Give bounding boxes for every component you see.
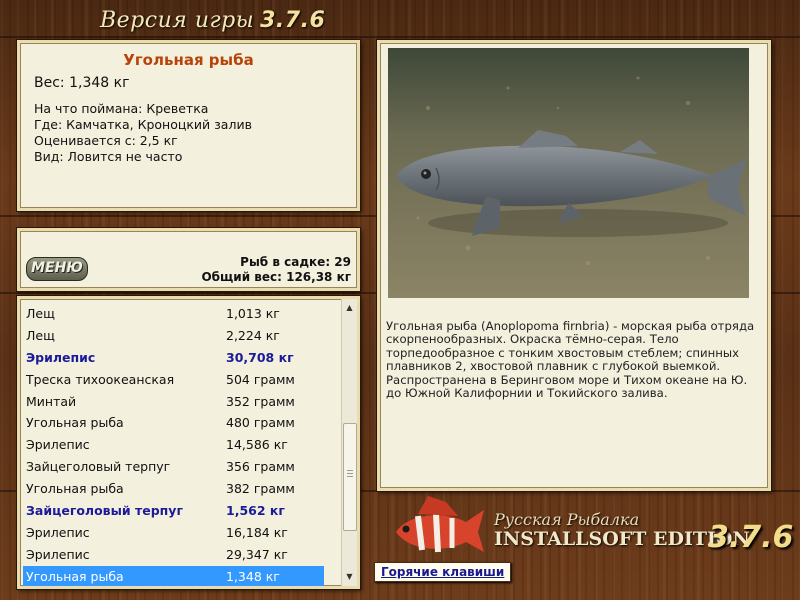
catch-row[interactable]: Угольная рыба 480 грамм bbox=[20, 412, 342, 434]
hotkeys-button[interactable]: Горячие клавиши bbox=[374, 562, 512, 582]
catch-fish-weight: 14,586 кг bbox=[226, 437, 288, 453]
catch-row[interactable]: Эрилепис 14,586 кг bbox=[20, 434, 342, 456]
catch-fish-weight: 1,562 кг bbox=[226, 503, 285, 519]
catch-fish-name: Угольная рыба bbox=[26, 481, 124, 497]
logo-version: 3.7.6 bbox=[708, 520, 794, 555]
catch-fish-name: Минтай bbox=[26, 393, 77, 409]
catch-fish-weight: 30,708 кг bbox=[226, 349, 294, 365]
catch-fish-weight: 352 грамм bbox=[226, 393, 295, 409]
fish-description: Угольная рыба (Anoplopoma firnbria) - мо… bbox=[386, 319, 755, 401]
catch-fish-name: Зайцеголовый терпуг bbox=[26, 459, 171, 475]
catch-list-scrollbar[interactable]: ▲ ▼ bbox=[341, 299, 357, 586]
keep-stats: Рыб в садке: 29 Общий вес: 126,38 кг bbox=[201, 255, 351, 285]
catch-row[interactable]: Эрилепис 29,347 кг bbox=[20, 544, 342, 566]
catch-fish-name: Эрилепис bbox=[26, 437, 90, 453]
menu-button[interactable]: МЕНЮ bbox=[26, 257, 88, 281]
fish-logo-icon bbox=[396, 496, 484, 553]
title-version: 3.7.6 bbox=[260, 8, 326, 33]
catch-fish-name: Лещ bbox=[26, 327, 55, 343]
catch-list: Лещ 1,013 кг Лещ 2,224 кг Эрилепис 30,708 кг Т… bbox=[20, 303, 342, 586]
catch-row[interactable]: Минтай 352 грамм bbox=[20, 391, 342, 413]
catch-row[interactable]: Лещ 1,013 кг bbox=[20, 303, 342, 325]
fish-photo-panel: Угольная рыба (Anoplopoma firnbria) - мо… bbox=[377, 40, 771, 491]
catch-row[interactable]: Угольная рыба 382 грамм bbox=[20, 478, 342, 500]
catch-fish-name: Угольная рыба bbox=[26, 415, 124, 431]
scroll-thumb[interactable] bbox=[343, 423, 357, 531]
catch-fish-name: Треска тихоокеанская bbox=[26, 371, 175, 387]
catch-fish-weight: 480 грамм bbox=[226, 415, 295, 431]
game-version-title: Версия игры 3.7.6 bbox=[100, 8, 325, 33]
fish-value: Оценивается с: 2,5 кг bbox=[34, 133, 178, 148]
keep-net-panel: МЕНЮ Рыб в садке: 29 Общий вес: 126,38 к… bbox=[17, 228, 360, 291]
fish-rarity: Вид: Ловится не часто bbox=[34, 149, 183, 164]
logo-title: Русская Рыбалка bbox=[494, 510, 640, 529]
fish-info-panel: Угольная рыба Вес: 1,348 кг На что пойма… bbox=[17, 40, 360, 211]
fish-location: Где: Камчатка, Кроноцкий залив bbox=[34, 117, 252, 132]
catch-fish-weight: 2,224 кг bbox=[226, 327, 280, 343]
wood-seam bbox=[0, 36, 800, 38]
catch-fish-name: Угольная рыба bbox=[26, 568, 124, 584]
catch-row[interactable]: Лещ 2,224 кг bbox=[20, 325, 342, 347]
total-weight: Общий вес: 126,38 кг bbox=[201, 270, 351, 284]
title-text: Версия игры bbox=[100, 8, 255, 33]
catch-row[interactable]: Зайцеголовый терпуг 1,562 кг bbox=[20, 500, 342, 522]
scroll-down-icon[interactable]: ▼ bbox=[343, 570, 356, 584]
catch-row[interactable]: Эрилепис 30,708 кг bbox=[20, 347, 342, 369]
catch-row[interactable]: Треска тихоокеанская 504 грамм bbox=[20, 369, 342, 391]
fish-weight: Вес: 1,348 кг bbox=[34, 75, 130, 91]
catch-fish-name: Эрилепис bbox=[26, 524, 90, 540]
catch-row[interactable]: Эрилепис 16,184 кг bbox=[20, 522, 342, 544]
catch-row-selected[interactable]: Угольная рыба 1,348 кг bbox=[23, 565, 324, 586]
catch-fish-name: Лещ bbox=[26, 306, 55, 321]
catch-list-panel: Лещ 1,013 кг Лещ 2,224 кг Эрилепис 30,708 кг Т… bbox=[17, 296, 360, 589]
catch-fish-weight: 382 грамм bbox=[226, 481, 295, 497]
catch-row[interactable]: Зайцеголовый терпуг 356 грамм bbox=[20, 456, 342, 478]
fish-count: Рыб в садке: 29 bbox=[240, 255, 351, 269]
catch-fish-weight: 504 грамм bbox=[226, 371, 295, 387]
catch-fish-weight: 356 грамм bbox=[226, 459, 295, 475]
catch-fish-name: Эрилепис bbox=[26, 349, 96, 365]
fish-bait: На что поймана: Креветка bbox=[34, 101, 209, 116]
catch-fish-weight: 29,347 кг bbox=[226, 546, 288, 562]
fish-name: Угольная рыба bbox=[123, 51, 254, 69]
catch-fish-weight: 16,184 кг bbox=[226, 524, 288, 540]
sablefish-image bbox=[388, 48, 749, 298]
catch-fish-name: Зайцеголовый терпуг bbox=[26, 503, 183, 519]
catch-fish-weight: 1,013 кг bbox=[226, 306, 280, 321]
scroll-up-icon[interactable]: ▲ bbox=[343, 301, 356, 315]
catch-fish-name: Эрилепис bbox=[26, 546, 90, 562]
catch-fish-weight: 1,348 кг bbox=[226, 568, 280, 584]
fish-photo bbox=[388, 48, 749, 298]
